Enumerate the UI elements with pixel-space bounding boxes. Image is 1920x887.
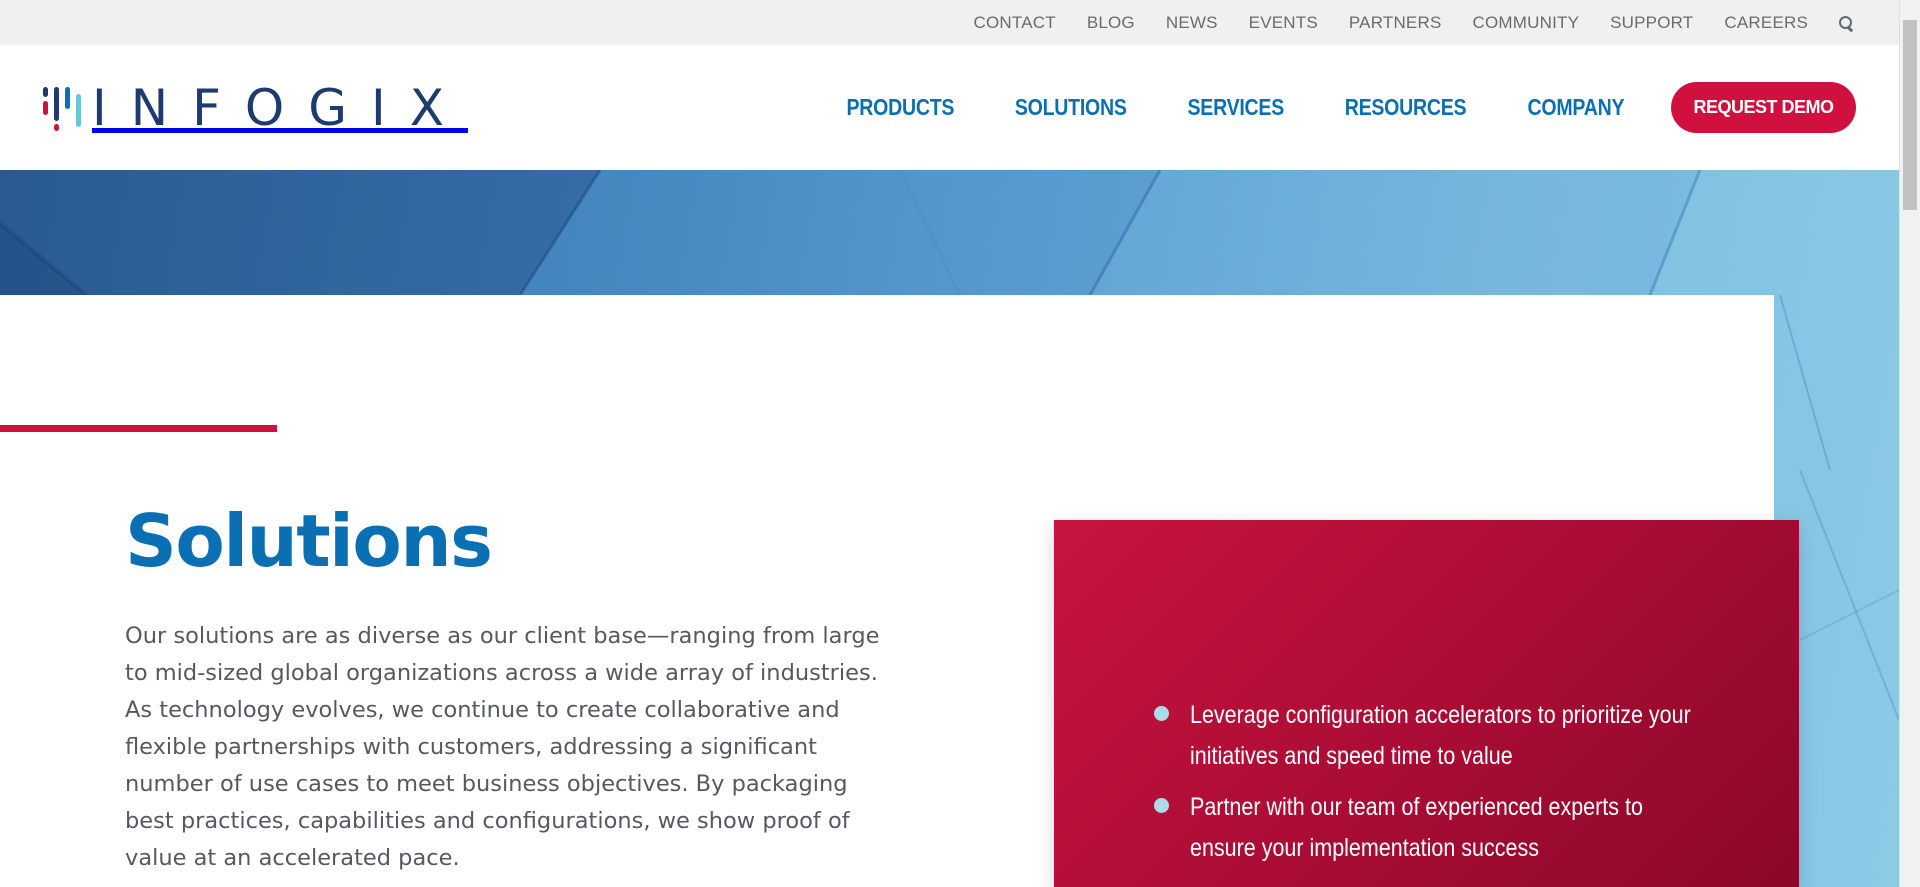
utility-link-news[interactable]: NEWS <box>1166 13 1218 33</box>
scrollbar-thumb[interactable] <box>1903 20 1917 210</box>
utility-nav: CONTACT BLOG NEWS EVENTS PARTNERS COMMUN… <box>943 0 1855 45</box>
utility-link-partners[interactable]: PARTNERS <box>1349 13 1442 33</box>
logo-mark-icon <box>42 84 82 132</box>
utility-link-support[interactable]: SUPPORT <box>1610 13 1693 33</box>
utility-link-blog[interactable]: BLOG <box>1087 13 1135 33</box>
utility-link-careers[interactable]: CAREERS <box>1724 13 1808 33</box>
nav-item-services[interactable]: SERVICES <box>1187 94 1284 121</box>
list-item: Leverage configuration accelerators to p… <box>1154 695 1714 777</box>
logo[interactable]: INFOGIX <box>42 83 468 133</box>
accent-rule <box>0 425 277 432</box>
nav-item-resources[interactable]: RESOURCES <box>1345 94 1467 121</box>
request-demo-button[interactable]: REQUEST DEMO <box>1671 82 1856 133</box>
utility-link-community[interactable]: COMMUNITY <box>1473 13 1580 33</box>
intro-paragraph: Our solutions are as diverse as our clie… <box>125 623 880 871</box>
bullet-dot-icon <box>1154 798 1169 813</box>
main-nav: PRODUCTS SOLUTIONS SERVICES RESOURCES CO… <box>795 45 1899 170</box>
scrollbar[interactable] <box>1899 0 1920 887</box>
utility-bar: CONTACT BLOG NEWS EVENTS PARTNERS COMMUN… <box>0 0 1899 45</box>
search-icon[interactable] <box>1838 15 1854 31</box>
utility-link-events[interactable]: EVENTS <box>1249 13 1318 33</box>
logo-text: INFOGIX <box>92 79 469 137</box>
nav-item-company[interactable]: COMPANY <box>1528 94 1625 121</box>
nav-item-products[interactable]: PRODUCTS <box>846 94 954 121</box>
utility-link-contact[interactable]: CONTACT <box>974 13 1056 33</box>
page-title: Solutions <box>125 499 493 583</box>
feature-box: Leverage configuration accelerators to p… <box>1054 520 1799 887</box>
nav-item-solutions[interactable]: SOLUTIONS <box>1015 94 1127 121</box>
feature-list: Leverage configuration accelerators to p… <box>1154 695 1714 879</box>
bullet-dot-icon <box>1154 706 1169 721</box>
feature-text: Partner with our team of experienced exp… <box>1190 793 1643 862</box>
feature-text: Leverage configuration accelerators to p… <box>1190 701 1691 770</box>
main-header: INFOGIX PRODUCTS SOLUTIONS SERVICES RESO… <box>0 45 1899 170</box>
list-item: Partner with our team of experienced exp… <box>1154 787 1714 869</box>
